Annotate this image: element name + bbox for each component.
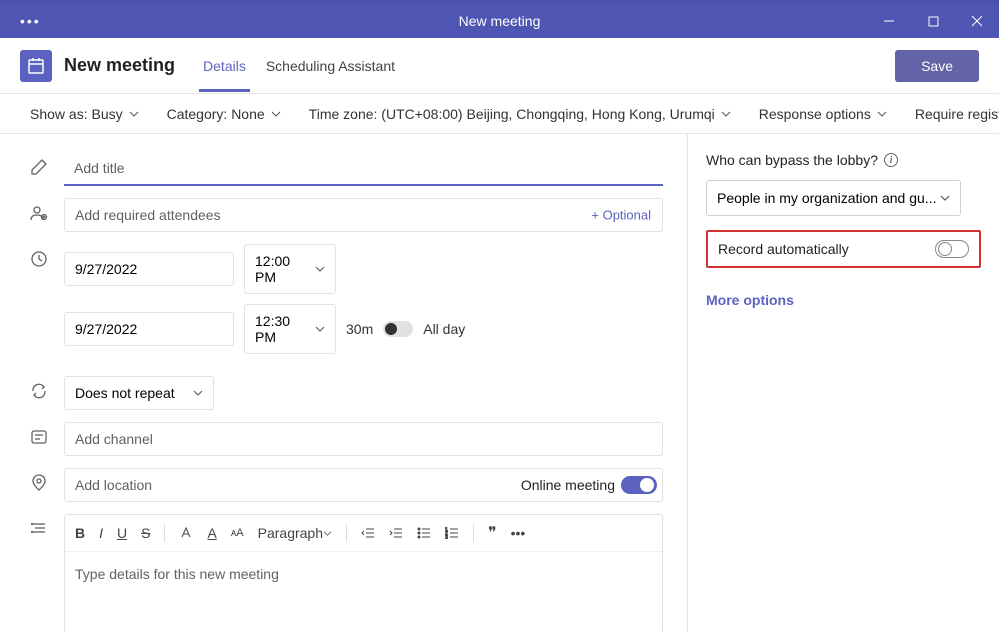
pencil-icon	[30, 152, 64, 181]
location-icon	[30, 468, 64, 497]
repeat-icon	[30, 376, 64, 405]
response-options-dropdown[interactable]: Response options	[759, 106, 887, 122]
indent-button[interactable]	[389, 527, 403, 539]
paragraph-dropdown[interactable]: Paragraph	[258, 525, 332, 541]
online-meeting-toggle[interactable]	[621, 476, 657, 494]
chevron-down-icon	[193, 390, 203, 396]
window-title: New meeting	[459, 13, 541, 29]
title-input[interactable]: Add title	[64, 152, 663, 186]
number-list-button[interactable]: 123	[445, 527, 459, 539]
maximize-button[interactable]	[911, 4, 955, 38]
info-icon[interactable]: i	[884, 153, 898, 167]
text-format-icon	[30, 514, 64, 543]
italic-button[interactable]: I	[99, 525, 103, 541]
minimize-button[interactable]	[867, 4, 911, 38]
chevron-down-icon	[940, 195, 950, 201]
description-editor: B I U S A ᴀA Paragraph 123	[64, 514, 663, 632]
record-automatically-toggle[interactable]	[935, 240, 969, 258]
start-date-input[interactable]: 9/27/2022	[64, 252, 234, 286]
font-size-button[interactable]: ᴀA	[231, 527, 244, 539]
show-as-dropdown[interactable]: Show as: Busy	[30, 106, 139, 122]
timezone-dropdown[interactable]: Time zone: (UTC+08:00) Beijing, Chongqin…	[309, 106, 731, 122]
close-button[interactable]	[955, 4, 999, 38]
category-dropdown[interactable]: Category: None	[167, 106, 281, 122]
repeat-dropdown[interactable]: Does not repeat	[64, 376, 214, 410]
top-toolbar: New meeting Details Scheduling Assistant…	[0, 38, 999, 94]
channel-icon	[30, 422, 64, 451]
channel-input[interactable]: Add channel	[64, 422, 663, 456]
page-title: New meeting	[64, 55, 175, 76]
duration-label: 30m	[346, 321, 373, 337]
clock-icon	[30, 244, 64, 273]
end-time-input[interactable]: 12:30 PM	[244, 304, 336, 354]
online-meeting-label: Online meeting	[521, 477, 615, 493]
bold-button[interactable]: B	[75, 525, 85, 541]
save-button[interactable]: Save	[895, 50, 979, 82]
window-header: ••• New meeting	[0, 4, 999, 38]
main-form: Add title Add required attendees + Optio…	[0, 134, 687, 632]
record-label: Record automatically	[718, 241, 849, 257]
people-icon	[30, 198, 64, 227]
chevron-down-icon	[315, 266, 325, 272]
bullet-list-button[interactable]	[417, 527, 431, 539]
calendar-icon	[20, 50, 52, 82]
underline-button[interactable]: U	[117, 525, 127, 541]
tab-scheduling-assistant[interactable]: Scheduling Assistant	[256, 40, 405, 92]
attendees-input[interactable]: Add required attendees	[64, 198, 663, 232]
chevron-down-icon	[271, 111, 281, 117]
chevron-down-icon	[315, 326, 325, 332]
outdent-button[interactable]	[361, 527, 375, 539]
description-textarea[interactable]: Type details for this new meeting	[65, 552, 662, 632]
require-registration-dropdown[interactable]: Require registration: N	[915, 106, 999, 122]
highlight-button[interactable]	[179, 526, 193, 540]
lobby-bypass-dropdown[interactable]: People in my organization and gu...	[706, 180, 961, 216]
chevron-down-icon	[721, 111, 731, 117]
more-format-button[interactable]: •••	[511, 525, 526, 541]
svg-text:3: 3	[445, 535, 448, 539]
end-date-input[interactable]: 9/27/2022	[64, 312, 234, 346]
quote-button[interactable]: ❞	[488, 523, 497, 543]
add-optional-link[interactable]: + Optional	[591, 208, 651, 223]
options-bar: Show as: Busy Category: None Time zone: …	[0, 94, 999, 134]
tab-details[interactable]: Details	[193, 40, 256, 92]
side-panel: Who can bypass the lobby? i People in my…	[687, 134, 999, 632]
all-day-toggle[interactable]	[383, 321, 413, 337]
strikethrough-button[interactable]: S	[141, 525, 150, 541]
chevron-down-icon	[877, 111, 887, 117]
more-menu-icon[interactable]: •••	[20, 13, 41, 29]
all-day-label: All day	[423, 321, 465, 337]
font-color-button[interactable]: A	[207, 525, 216, 541]
start-time-input[interactable]: 12:00 PM	[244, 244, 336, 294]
more-options-link[interactable]: More options	[706, 292, 981, 308]
lobby-label: Who can bypass the lobby? i	[706, 152, 981, 168]
record-automatically-row: Record automatically	[706, 230, 981, 268]
chevron-down-icon	[129, 111, 139, 117]
